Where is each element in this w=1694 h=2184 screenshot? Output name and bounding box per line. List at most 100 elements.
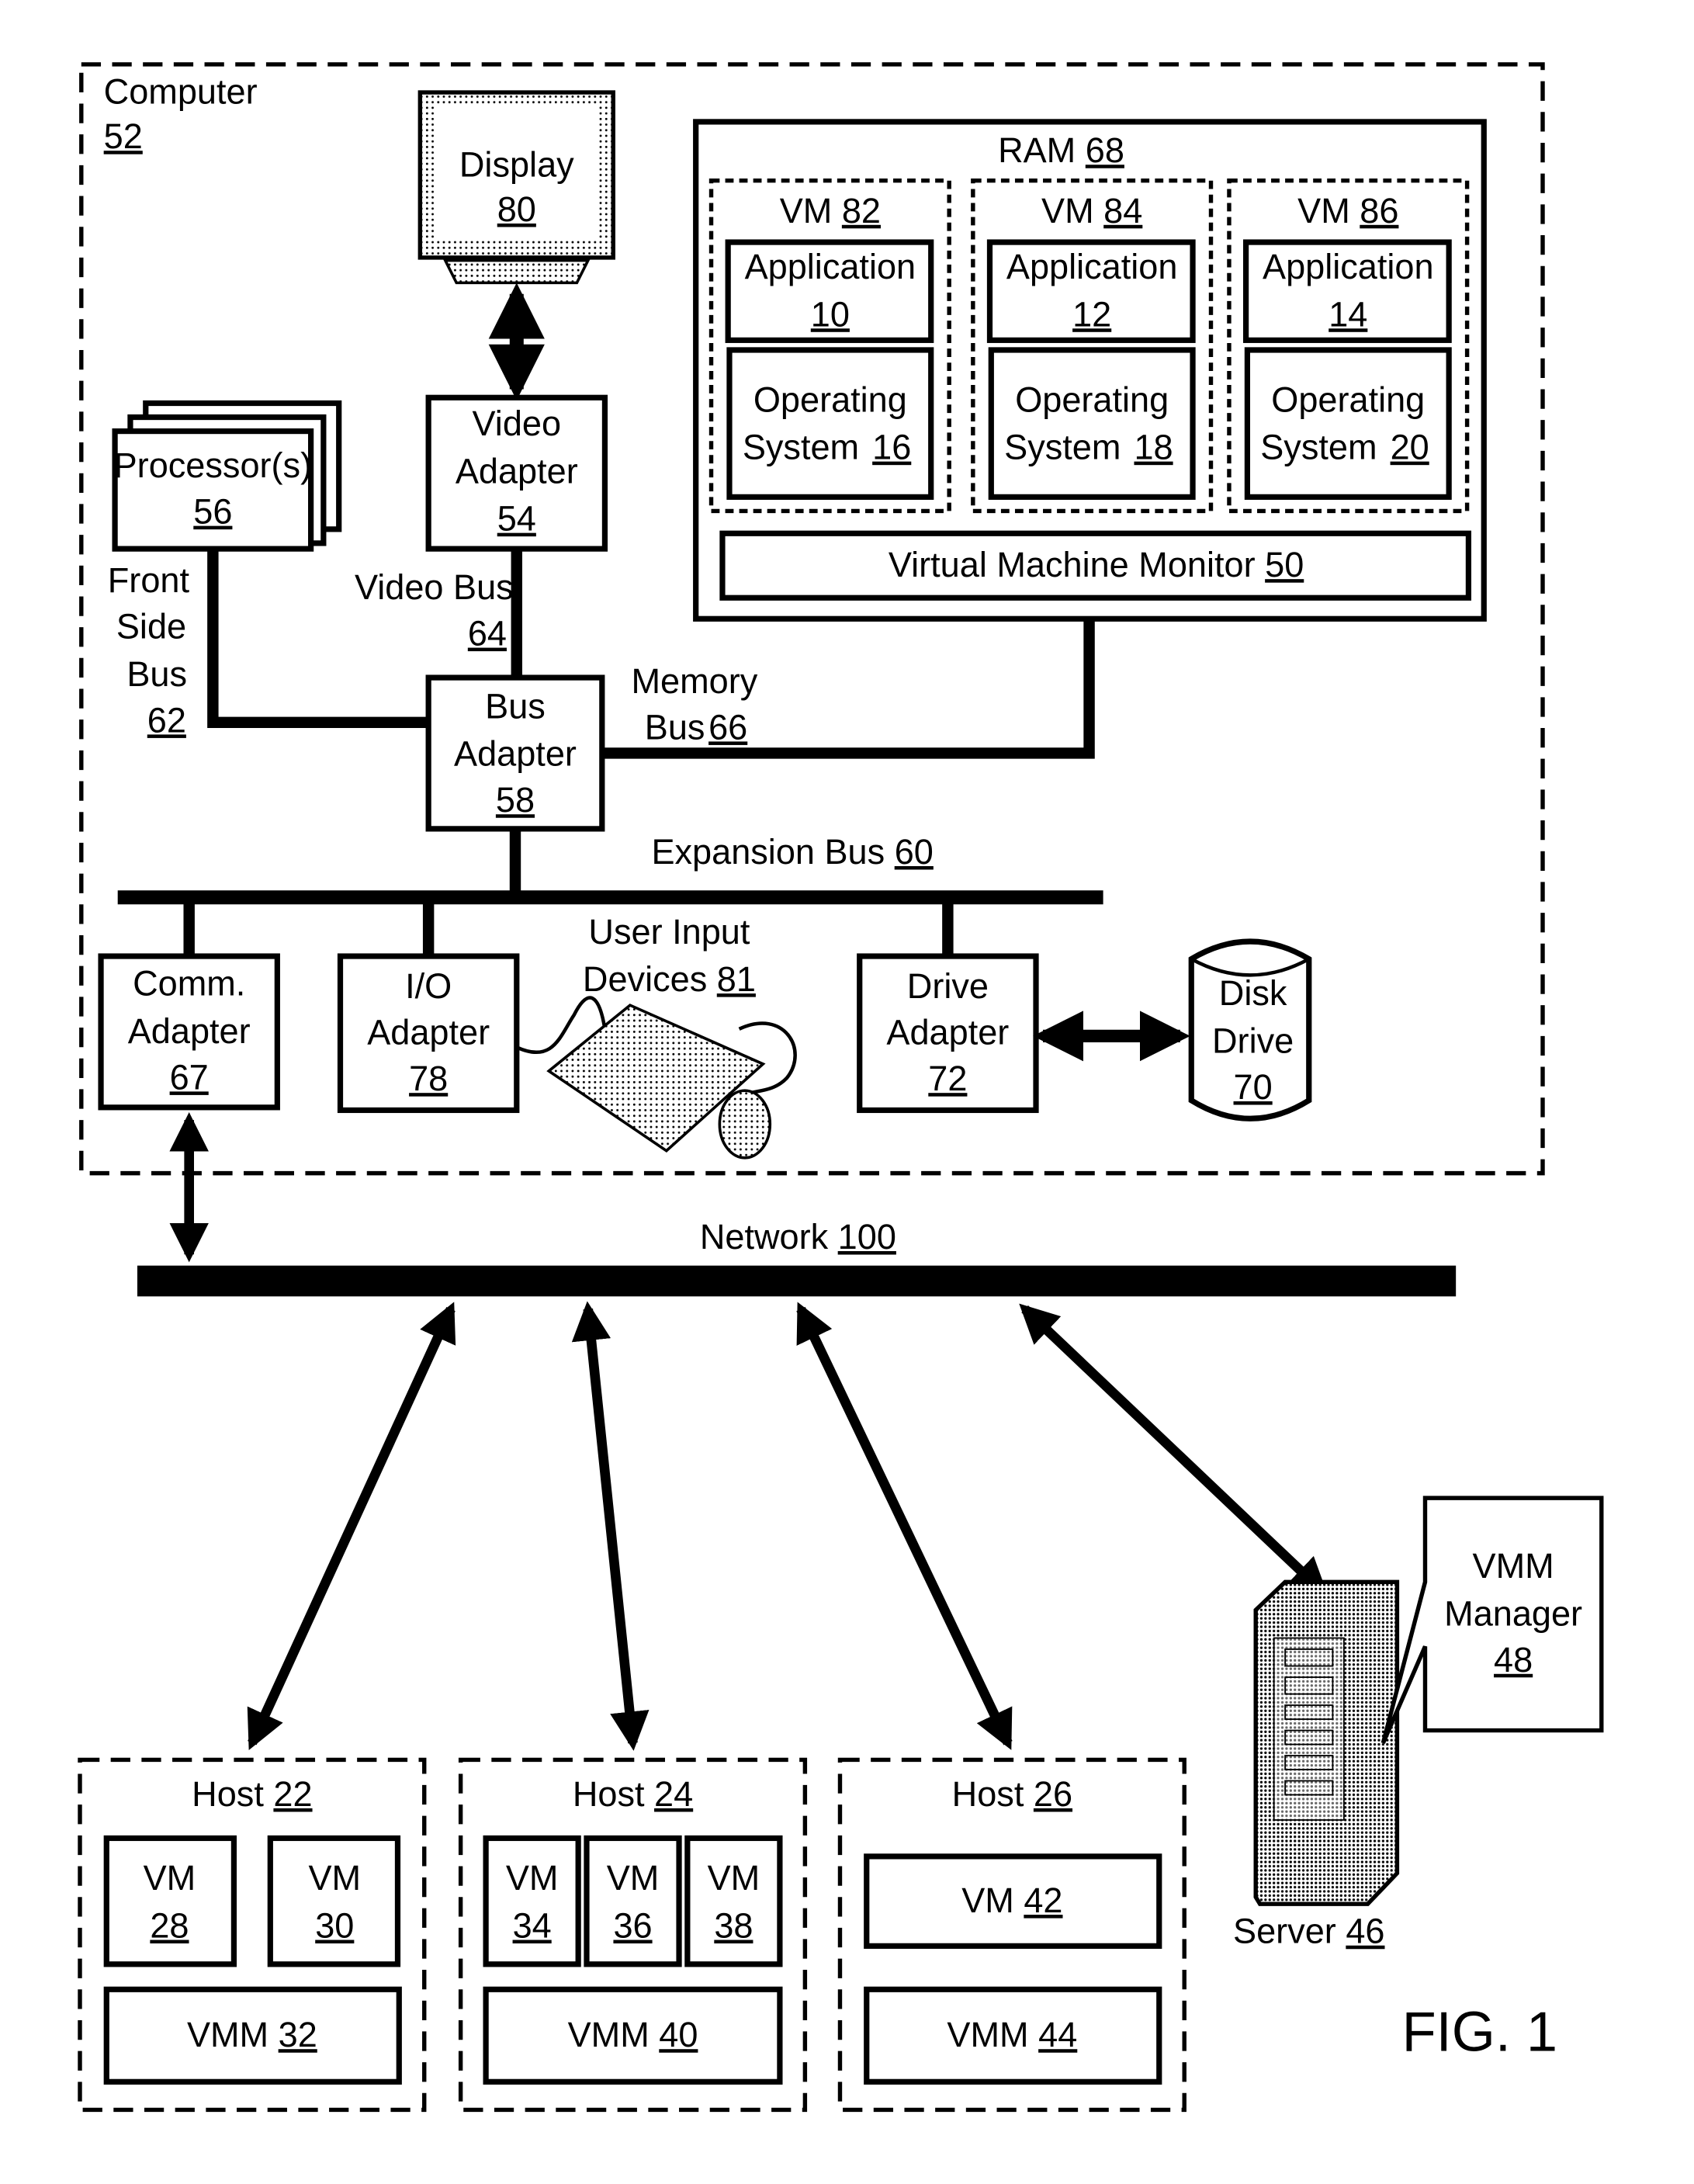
fsb-ref: 62 — [147, 700, 186, 740]
application-label: Application — [745, 247, 916, 286]
vm-ref: 36 — [613, 1906, 652, 1946]
svg-text:VMM 40: VMM 40 — [568, 2015, 698, 2054]
display: Display 80 — [417, 90, 615, 285]
link-host-24 — [571, 1301, 650, 1751]
vm-ref: 28 — [150, 1906, 189, 1946]
link-host-22 — [247, 1302, 456, 1750]
svg-text:Server 46: Server 46 — [1233, 1912, 1384, 1951]
comm-adapter-ref: 67 — [170, 1057, 209, 1097]
os-ref: 20 — [1391, 428, 1429, 467]
drive-adapter-label-1: Drive — [907, 966, 989, 1006]
svg-text:Expansion Bus 60: Expansion Bus 60 — [651, 832, 933, 872]
svg-text:VM 86: VM 86 — [1297, 191, 1398, 231]
fsb-label-3: Bus — [126, 654, 187, 694]
network-links — [247, 1301, 1329, 1751]
os-label-2: System — [1004, 428, 1121, 467]
os-label: Operating — [1271, 380, 1425, 419]
vm-label: VM — [144, 1858, 196, 1898]
os-label: Operating — [1015, 380, 1169, 419]
memory-bus-label-2: Bus — [645, 707, 705, 747]
host-24: Host 24 VM 34 VM 36 VM 38 VMM 40 — [458, 1757, 808, 2113]
fsb-label-1: Front — [108, 560, 190, 600]
patent-figure: Computer 52 Display 80 Video Adapter 54 … — [78, 62, 1604, 2113]
vm-label: VM — [607, 1858, 660, 1898]
svg-text:Host 22: Host 22 — [192, 1774, 312, 1814]
application-ref: 14 — [1329, 294, 1367, 334]
drive-adapter-ref: 72 — [928, 1059, 967, 1098]
vm-ref: 34 — [513, 1906, 552, 1946]
drive-adapter: Drive Adapter 72 — [857, 953, 1039, 1114]
svg-text:VM 84: VM 84 — [1041, 191, 1142, 231]
display-ref: 80 — [497, 189, 536, 229]
bus-adapter-label-2: Adapter — [454, 734, 577, 774]
video-bus-ref: 64 — [468, 614, 507, 653]
vmm-manager-ref: 48 — [1494, 1640, 1533, 1680]
server-46: Server 46 — [1233, 1579, 1400, 1951]
link-host-26 — [796, 1302, 1013, 1750]
svg-text:Host 24: Host 24 — [573, 1774, 693, 1814]
vm-label: VM — [708, 1858, 760, 1898]
network-bar — [137, 1265, 1457, 1297]
vmm-manager-label-1: VMM — [1473, 1546, 1554, 1586]
svg-text:Devices 81: Devices 81 — [583, 959, 756, 999]
host-22: Host 22 VM 28 VM 30 VMM 32 — [78, 1757, 427, 2113]
io-adapter-label-1: I/O — [405, 966, 452, 1006]
monitor-icon — [417, 90, 615, 285]
comm-adapter-label-2: Adapter — [128, 1011, 251, 1051]
os-ref: 16 — [872, 428, 911, 467]
svg-text:Network 100: Network 100 — [700, 1217, 896, 1257]
mouse-icon — [718, 1089, 772, 1160]
os-label: Operating — [753, 380, 907, 419]
vmm-manager-label-2: Manager — [1444, 1593, 1582, 1633]
vmm-manager-48: VMM Manager 48 — [1380, 1496, 1604, 1744]
comm-adapter-label-1: Comm. — [133, 964, 245, 1004]
user-input-devices: User Input Devices 81 — [515, 912, 797, 1160]
disk-drive-label-1: Disk — [1219, 973, 1287, 1013]
virtual-machine-monitor: Virtual Machine Monitor 50 — [719, 530, 1472, 601]
comm-adapter: Comm. Adapter 67 — [98, 953, 280, 1111]
bus-adapter-ref: 58 — [496, 780, 535, 820]
memory-bus: Memory Bus 66 — [601, 619, 1095, 759]
user-input-label-1: User Input — [588, 912, 750, 952]
video-adapter-ref: 54 — [497, 499, 536, 539]
drive-adapter-label-2: Adapter — [886, 1013, 1009, 1052]
ram-label: RAM 68 — [998, 130, 1124, 170]
video-adapter-label-2: Adapter — [456, 451, 578, 491]
application-ref: 10 — [811, 294, 850, 334]
host-26: Host 26 VM 42 VMM 44 — [837, 1757, 1186, 2113]
os-label-2: System — [743, 428, 859, 467]
link-server-46 — [1019, 1303, 1329, 1597]
application-label: Application — [1006, 247, 1178, 286]
os-label-2: System — [1260, 428, 1377, 467]
computer-ref: 52 — [104, 116, 143, 156]
network: Network 100 — [137, 1217, 1457, 1297]
video-bus: Video Bus 64 — [355, 549, 523, 678]
io-adapter: I/O Adapter 78 — [337, 953, 520, 1114]
svg-text:VM 42: VM 42 — [961, 1881, 1062, 1920]
bus-adapter: Bus Adapter 58 — [425, 674, 605, 832]
bus-adapter-label-1: Bus — [485, 686, 546, 726]
figure-label: FIG. 1 — [1402, 2002, 1557, 2064]
svg-text:Virtual Machine Monitor 50: Virtual Machine Monitor 50 — [889, 545, 1304, 584]
display-label: Display — [459, 144, 574, 184]
disk-drive: Disk Drive 70 — [1188, 938, 1312, 1121]
io-adapter-label-2: Adapter — [367, 1013, 490, 1052]
disk-drive-label-2: Drive — [1212, 1021, 1294, 1060]
processors-label: Processor(s) — [114, 445, 312, 485]
svg-text:VM 82: VM 82 — [780, 191, 881, 231]
svg-text:VMM 32: VMM 32 — [187, 2015, 317, 2054]
processors-ref: 56 — [193, 492, 232, 532]
memory-bus-label-1: Memory — [631, 661, 757, 701]
memory-bus-ref: 66 — [708, 707, 747, 747]
vm-label: VM — [308, 1858, 361, 1898]
application-label: Application — [1263, 247, 1434, 286]
svg-text:VMM 44: VMM 44 — [947, 2015, 1077, 2054]
video-bus-label: Video Bus — [355, 567, 514, 607]
application-ref: 12 — [1072, 294, 1111, 334]
ram: RAM 68 VM 82 Application 10 Operating Sy… — [693, 119, 1487, 622]
fsb-label-2: Side — [116, 607, 186, 647]
io-adapter-ref: 78 — [409, 1059, 448, 1098]
disk-drive-ref: 70 — [1234, 1067, 1273, 1107]
vm-label: VM — [506, 1858, 559, 1898]
computer-label: Computer — [104, 71, 258, 111]
